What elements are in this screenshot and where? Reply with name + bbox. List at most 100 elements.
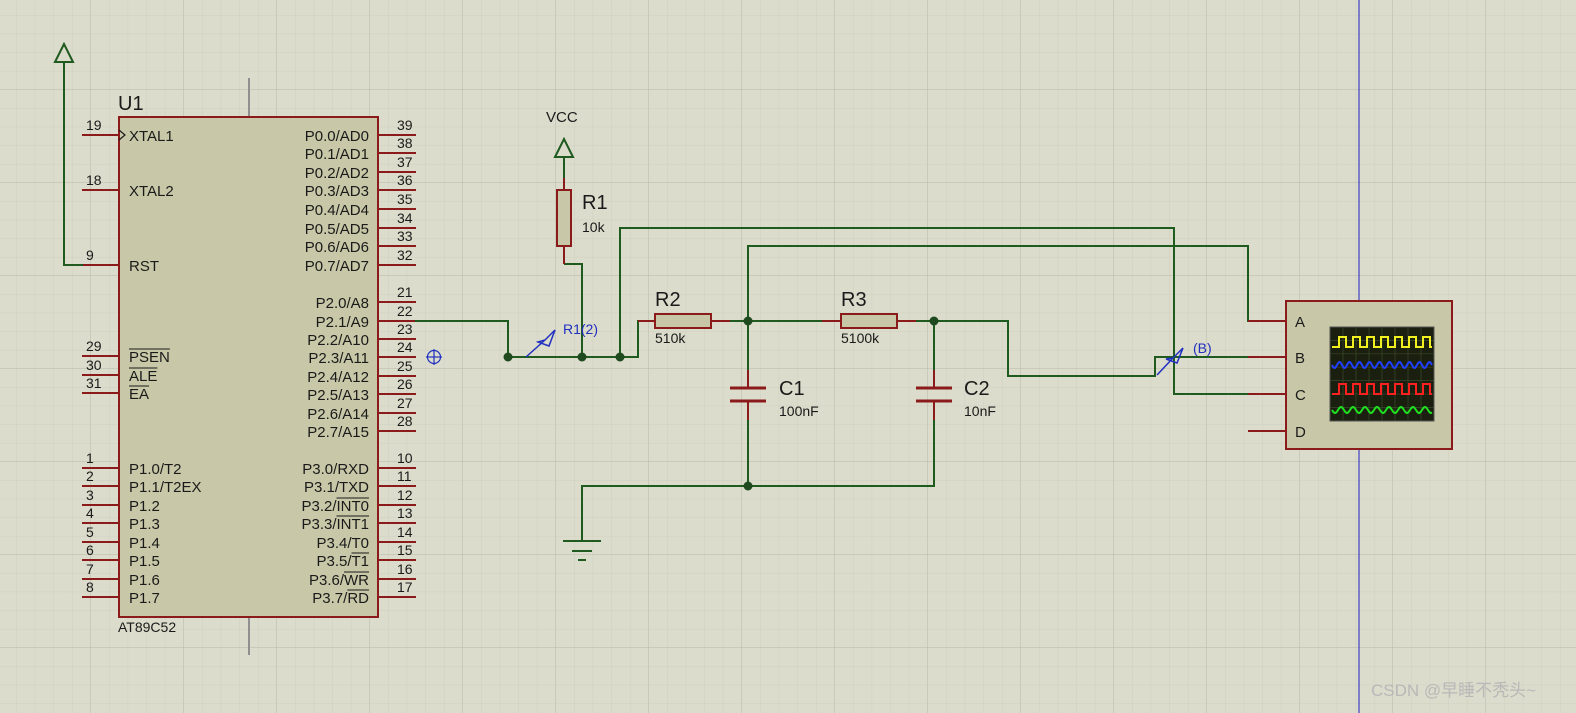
trace-b bbox=[1331, 361, 1433, 369]
junction-dot bbox=[577, 352, 587, 362]
u1-pin-label: P3.4/T0 bbox=[316, 535, 369, 552]
watermark: CSDN @早睡不秃头~ bbox=[1371, 681, 1536, 700]
u1-pin-label: P2.3/A11 bbox=[308, 350, 369, 367]
r2-value: 510k bbox=[655, 330, 686, 346]
u1-pin-label: RST bbox=[129, 258, 159, 275]
u1-pin-label: P1.1/T2EX bbox=[129, 479, 202, 496]
u1-pin-label: P3.2/INT0 bbox=[301, 498, 369, 515]
u1-pin-label: P2.7/A15 bbox=[307, 424, 369, 441]
u1-pin-label: P3.1/TXD bbox=[304, 479, 369, 496]
u1-pin-label: P1.2 bbox=[129, 498, 160, 515]
u1-pin-number: 28 bbox=[397, 413, 413, 429]
r3-ref: R3 bbox=[841, 289, 867, 311]
c1-ref: C1 bbox=[779, 378, 805, 400]
r1-value: 10k bbox=[582, 219, 606, 235]
r1-body[interactable] bbox=[556, 189, 572, 247]
u1-pin-number: 23 bbox=[397, 321, 413, 337]
u1-pin-label: EA bbox=[129, 386, 149, 403]
u1-pin-number: 38 bbox=[397, 135, 413, 151]
u1-pin-number: 34 bbox=[397, 210, 413, 226]
r2-body[interactable] bbox=[654, 313, 712, 329]
u1-pin-label: P1.5 bbox=[129, 553, 160, 570]
u1-pin-number: 5 bbox=[86, 524, 94, 540]
u1-pin-label: PSEN bbox=[129, 349, 170, 366]
u1-pin-number: 13 bbox=[397, 505, 413, 521]
u1-pin-number: 27 bbox=[397, 395, 413, 411]
u1-pin-label: P2.4/A12 bbox=[307, 369, 369, 386]
u1-pin-label: P0.4/AD4 bbox=[305, 202, 369, 219]
u1-pin-label: P0.7/AD7 bbox=[305, 258, 369, 275]
u1-pin-label: XTAL2 bbox=[129, 183, 174, 200]
u1-part: AT89C52 bbox=[118, 619, 176, 635]
u1-pin-number: 31 bbox=[86, 375, 102, 391]
u1-pin-label: P0.6/AD6 bbox=[305, 239, 369, 256]
r3-body[interactable] bbox=[840, 313, 898, 329]
u1-pin-number: 2 bbox=[86, 468, 94, 484]
u1-microcontroller[interactable]: U1 AT89C52 19XTAL118XTAL29RST29PSEN30ALE… bbox=[82, 78, 416, 655]
schematic-canvas[interactable]: U1 AT89C52 19XTAL118XTAL29RST29PSEN30ALE… bbox=[0, 0, 1576, 713]
u1-pin-number: 19 bbox=[86, 117, 102, 133]
u1-pin-label: P1.7 bbox=[129, 590, 160, 607]
u1-pin-number: 15 bbox=[397, 542, 413, 558]
junction-dot bbox=[929, 316, 939, 326]
u1-pin-label: P0.5/AD5 bbox=[305, 221, 369, 238]
u1-pin-label: ALE bbox=[129, 368, 157, 385]
oscilloscope-channel-label: B bbox=[1295, 350, 1305, 367]
junction-dot bbox=[743, 481, 753, 491]
u1-pin-number: 32 bbox=[397, 247, 413, 263]
u1-pin-label: P3.3/INT1 bbox=[301, 516, 369, 533]
u1-pin-number: 21 bbox=[397, 284, 413, 300]
u1-pin-number: 1 bbox=[86, 450, 94, 466]
u1-pin-number: 6 bbox=[86, 542, 94, 558]
u1-pin-number: 10 bbox=[397, 450, 413, 466]
probe-r1-label: R1(2) bbox=[563, 321, 598, 337]
u1-ref: U1 bbox=[118, 93, 144, 115]
u1-pin-number: 3 bbox=[86, 487, 94, 503]
u1-pin-label: P1.4 bbox=[129, 535, 160, 552]
u1-pin-number: 8 bbox=[86, 579, 94, 595]
u1-pin-label: P0.2/AD2 bbox=[305, 165, 369, 182]
u1-pin-label: P0.3/AD3 bbox=[305, 183, 369, 200]
u1-pin-label: P1.6 bbox=[129, 572, 160, 589]
r1-ref: R1 bbox=[582, 192, 608, 214]
u1-pin-number: 24 bbox=[397, 339, 413, 355]
u1-pin-number: 37 bbox=[397, 154, 413, 170]
u1-pin-number: 14 bbox=[397, 524, 413, 540]
oscilloscope-channel-label: A bbox=[1295, 314, 1305, 331]
c2-ref: C2 bbox=[964, 378, 990, 400]
u1-pin-label: P2.2/A10 bbox=[307, 332, 369, 349]
u1-pin-label: P2.1/A9 bbox=[316, 314, 369, 331]
u1-pin-number: 33 bbox=[397, 228, 413, 244]
u1-pin-number: 30 bbox=[86, 357, 102, 373]
u1-pin-number: 16 bbox=[397, 561, 413, 577]
c1-value: 100nF bbox=[779, 403, 819, 419]
u1-pin-number: 25 bbox=[397, 358, 413, 374]
u1-pin-label: P3.5/T1 bbox=[316, 553, 369, 570]
u1-pin-number: 22 bbox=[397, 303, 413, 319]
u1-pin-label: P2.5/A13 bbox=[307, 387, 369, 404]
u1-pin-number: 17 bbox=[397, 579, 413, 595]
u1-pin-label: P0.0/AD0 bbox=[305, 128, 369, 145]
u1-pin-label: P1.3 bbox=[129, 516, 160, 533]
u1-pin-label: P3.6/WR bbox=[309, 572, 369, 589]
trace-a bbox=[1332, 336, 1432, 348]
u1-pin-label: P2.6/A14 bbox=[307, 406, 369, 423]
r3-value: 5100k bbox=[841, 330, 880, 346]
u1-pin-number: 26 bbox=[397, 376, 413, 392]
junction-dot bbox=[615, 352, 625, 362]
u1-pin-label: P3.7/RD bbox=[312, 590, 369, 607]
u1-pin-label: P2.0/A8 bbox=[316, 295, 369, 312]
u1-pin-number: 12 bbox=[397, 487, 413, 503]
r2-ref: R2 bbox=[655, 289, 681, 311]
probe-b-label: (B) bbox=[1193, 340, 1212, 356]
u1-pin-number: 35 bbox=[397, 191, 413, 207]
u1-pin-number: 39 bbox=[397, 117, 413, 133]
u1-pin-number: 9 bbox=[86, 247, 94, 263]
u1-pin-number: 36 bbox=[397, 172, 413, 188]
c2-value: 10nF bbox=[964, 403, 996, 419]
u1-pin-number: 7 bbox=[86, 561, 94, 577]
u1-pin-number: 18 bbox=[86, 172, 102, 188]
junction-dot bbox=[503, 352, 513, 362]
u1-pin-label: XTAL1 bbox=[129, 128, 174, 145]
u1-pin-label: P0.1/AD1 bbox=[305, 146, 369, 163]
